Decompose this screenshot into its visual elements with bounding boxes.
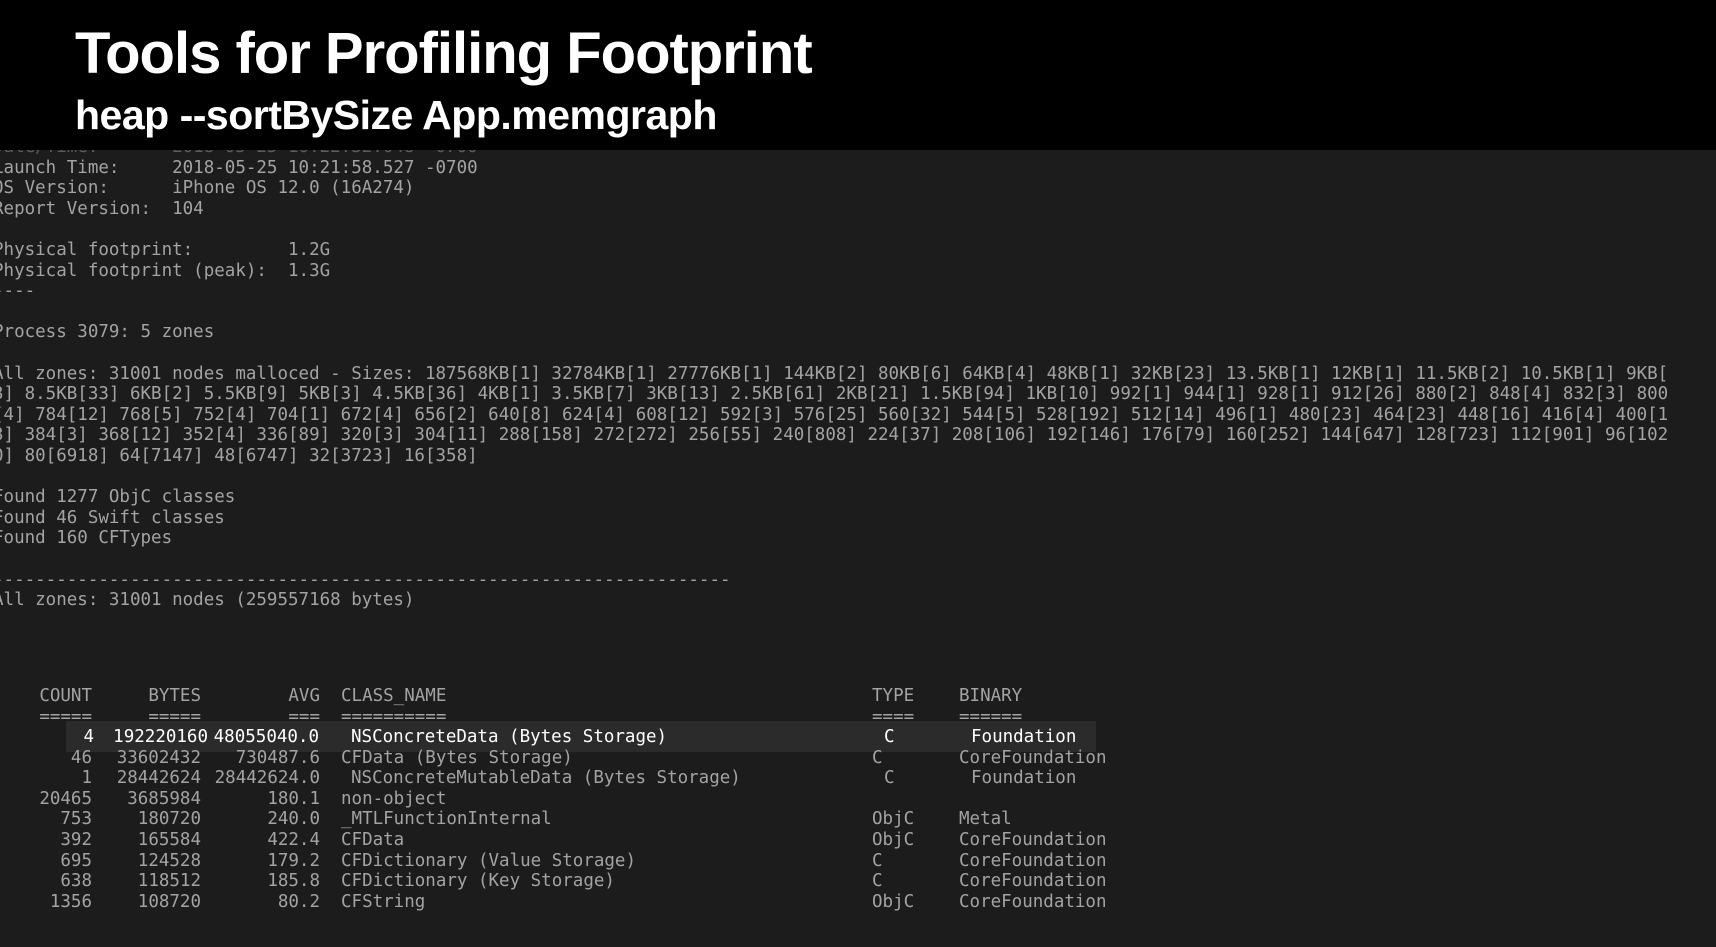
cell-type: C [872,747,883,768]
terminal-line: Found 160 CFTypes [0,528,173,549]
cell-binary: CoreFoundation [959,871,1107,892]
table-row: 695 124528 179.2 CFDictionary (Value Storag… [0,850,1200,872]
terminal-line: All zones: 31001 nodes malloced - Sizes:… [0,363,1669,384]
cell-bytes: 28442624 [116,768,201,789]
terminal-line: Launch Time: 2018-05-25 10:21:58.527 -07… [0,157,478,178]
cell-count: 392 [60,830,92,850]
terminal-line: Found 46 Swift classes [0,507,225,528]
cell-count: 20465 [39,788,92,809]
cell-avg: === [288,707,320,727]
cell-class-name: _MTLFunctionInternal [341,809,552,830]
slide-subtitle: heap --sortBySize App.memgraph [75,92,717,138]
cell-avg: 422.4 [267,830,320,850]
cell-class-name: CFDictionary (Key Storage) [341,871,615,892]
cell-class-name: CLASS_NAME [341,686,447,706]
cell-class-name: CFData [341,830,405,850]
cell-avg: AVG [288,686,320,706]
terminal-line: All zones: 31001 nodes (259557168 bytes) [0,590,415,611]
terminal-output: Date/Time: 2018-05-25 10:22:32.048 -0700… [0,150,1716,947]
cell-bytes: 108720 [137,891,201,912]
terminal-line: Physical footprint (peak): 1.3G [0,260,331,281]
cell-type: C [872,850,883,871]
cell-class-name: CFString [341,891,426,912]
terminal-line: Found 1277 ObjC classes [0,487,236,508]
cell-count: 46 [70,747,92,768]
cell-class-name: CFData (Bytes Storage) [341,747,573,768]
cell-binary: CoreFoundation [959,891,1107,912]
cell-avg: 48055040.0 [213,727,319,747]
cell-bytes: 118512 [137,871,201,892]
cell-class-name: ========== [341,707,447,727]
cell-bytes: ===== [148,707,201,727]
cell-bytes: 33602432 [116,747,201,768]
table-header-underline: ===== ===== === ========== ==== ====== [0,706,1200,728]
table-row: 392 165584 422.4 CFData ObjC CoreFoundation [0,829,1200,851]
cell-binary: CoreFoundation [959,850,1107,871]
cell-bytes: 124528 [137,850,201,871]
table-row: 46 33602432 730487.6 CFData (Bytes Storage)… [0,747,1200,769]
cell-binary: BINARY [959,686,1023,706]
table-row: 1 28442624 28442624.0 NSConcreteMutableData… [0,767,1200,789]
terminal-line: Report Version: 104 [0,198,204,219]
cell-type: TYPE [872,686,915,706]
cell-binary: CoreFoundation [959,747,1107,768]
cell-count: 4 [83,727,94,747]
terminal-line: Process 3079: 5 zones [0,322,215,343]
cell-avg: 28442624.0 [214,768,320,789]
terminal-line: OS Version: iPhone OS 12.0 (16A274) [0,178,415,199]
cell-type: ObjC [872,891,915,912]
cell-binary: Metal [959,809,1012,830]
cell-avg: 185.8 [267,871,320,892]
cell-count: ===== [39,707,92,727]
slide-title: Tools for Profiling Footprint [75,21,813,86]
cell-type: C [872,871,883,892]
cell-class-name: non-object [341,788,447,809]
cell-bytes: 3685984 [127,788,201,809]
cell-binary: CoreFoundation [959,830,1107,850]
cell-type: C [884,727,895,747]
slide-header: Tools for Profiling Footprint heap --sor… [0,0,1716,150]
cell-class-name: NSConcreteData (Bytes Storage) [351,727,668,747]
cell-bytes: BYTES [148,686,201,706]
terminal-line: 3] 384[3] 368[12] 352[4] 336[89] 320[3] … [0,425,1669,446]
table-header-row: COUNT BYTES AVG CLASS_NAME TYPE BINARY [0,685,1200,707]
table-row: 1356 108720 80.2 CFString ObjC CoreFoundation [0,891,1200,913]
cell-avg: 240.0 [267,809,320,830]
cell-bytes: 180720 [137,809,201,830]
table-row: 20465 3685984 180.1 non-object [0,788,1200,810]
cell-binary: Foundation [971,768,1077,789]
cell-avg: 180.1 [267,788,320,809]
terminal-line: 0] 80[6918] 64[7147] 48[6747] 32[3723] 1… [0,446,478,466]
cell-bytes: 192220160 [113,727,208,747]
cell-bytes: 165584 [137,830,201,850]
terminal-line: 3] 8.5KB[33] 6KB[2] 5.5KB[9] 5KB[3] 4.5K… [0,384,1669,405]
cell-class-name: NSConcreteMutableData (Bytes Storage) [351,768,741,789]
cell-count: 638 [60,871,92,892]
cell-count: 695 [60,850,92,871]
table-row: 4 192220160 48055040.0 NSConcreteData (Byte… [0,726,1200,748]
cell-count: 753 [60,809,92,830]
cell-type: ==== [872,707,915,727]
cell-class-name: CFDictionary (Value Storage) [341,850,637,871]
cell-type: C [884,768,895,789]
cell-type: ObjC [872,809,915,830]
cell-avg: 730487.6 [235,747,320,768]
table-row: 753 180720 240.0 _MTLFunctionInternal ObjC Me… [0,808,1200,830]
terminal-line: Physical footprint: 1.2G [0,240,331,260]
cell-count: 1 [81,768,92,789]
cell-count: COUNT [39,686,92,706]
cell-count: 1356 [49,891,92,912]
terminal-line: [4] 784[12] 768[5] 752[4] 704[1] 672[4] … [0,404,1669,425]
cell-binary: Foundation [971,727,1077,747]
cell-binary: ====== [959,707,1023,727]
cell-type: ObjC [872,830,915,850]
terminal-line: ----------------------------------------… [0,569,731,590]
table-row: 638 118512 185.8 CFDictionary (Key Storage)… [0,870,1200,892]
terminal-line: ---- [0,281,36,302]
cell-avg: 80.2 [277,891,320,912]
cell-avg: 179.2 [267,850,320,871]
